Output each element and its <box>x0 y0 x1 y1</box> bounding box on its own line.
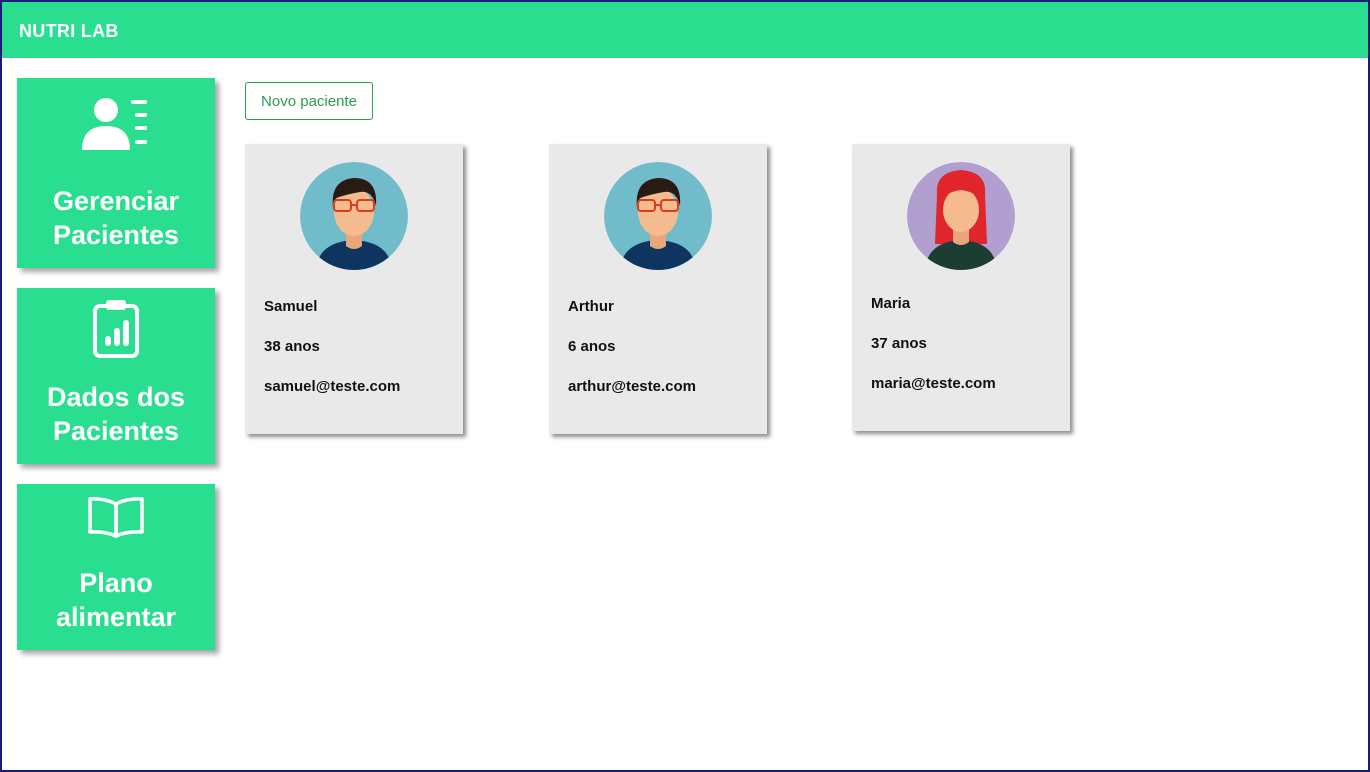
sidebar-item-gerenciar-pacientes[interactable]: Gerenciar Pacientes <box>17 78 215 268</box>
app-window: NUTRI LAB Gerenciar Pacientes Dados dos … <box>0 0 1370 772</box>
patient-name: Maria <box>871 295 911 312</box>
female-avatar-icon <box>907 162 1015 270</box>
patient-email: arthur@teste.com <box>568 378 696 395</box>
patient-age: 37 anos <box>871 335 927 352</box>
user-list-icon <box>17 96 215 152</box>
patient-email: samuel@teste.com <box>264 378 401 395</box>
sidebar-item-dados-pacientes[interactable]: Dados dos Pacientes <box>17 288 215 464</box>
app-title: NUTRI LAB <box>19 21 119 41</box>
patient-age: 38 anos <box>264 338 320 355</box>
patient-card[interactable]: Samuel 38 anos samuel@teste.com <box>245 144 463 434</box>
open-book-icon <box>17 496 215 538</box>
sidebar-item-label: Plano alimentar <box>55 568 177 632</box>
top-bar: NUTRI LAB <box>2 2 1368 58</box>
new-patient-button[interactable]: Novo paciente <box>245 82 373 120</box>
patient-card[interactable]: Arthur 6 anos arthur@teste.com <box>549 144 767 434</box>
patient-email: maria@teste.com <box>871 375 996 392</box>
sidebar-item-label: Gerenciar Pacientes <box>52 186 180 250</box>
male-avatar-icon <box>604 162 712 270</box>
sidebar-item-plano-alimentar[interactable]: Plano alimentar <box>17 484 215 650</box>
male-avatar-icon <box>300 162 408 270</box>
patient-card[interactable]: Maria 37 anos maria@teste.com <box>852 144 1070 431</box>
patient-name: Arthur <box>568 298 614 315</box>
patient-age: 6 anos <box>568 338 616 355</box>
sidebar-item-label: Dados dos Pacientes <box>46 382 186 446</box>
clipboard-chart-icon <box>17 298 215 358</box>
patient-name: Samuel <box>264 298 318 315</box>
